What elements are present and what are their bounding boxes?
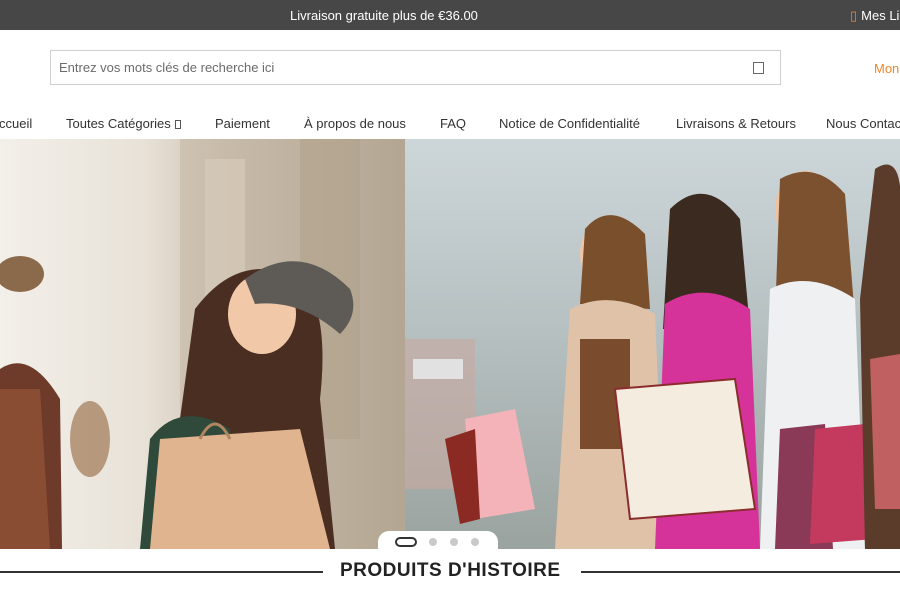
account-link[interactable]: Mon — [874, 61, 899, 76]
section-header: PRODUITS D'HISTOIRE — [0, 558, 900, 586]
carousel-dot-1[interactable] — [395, 537, 417, 547]
nav-item-privacy[interactable]: Notice de Confidentialité — [499, 116, 640, 131]
carousel-dot-3[interactable] — [450, 538, 458, 546]
free-shipping-banner: Livraison gratuite plus de €36.00 — [290, 8, 478, 23]
top-bar: Livraison gratuite plus de €36.00 ▯ Mes L… — [0, 0, 900, 30]
search-input[interactable] — [51, 51, 741, 84]
my-lists-link[interactable]: ▯ Mes Li — [850, 8, 899, 24]
nav-item-payment[interactable]: Paiement — [215, 116, 270, 131]
main-nav: ccueil Toutes Catégories Paiement À prop… — [0, 109, 900, 139]
hero-image-right — [405, 139, 900, 549]
carousel-dot-2[interactable] — [429, 538, 437, 546]
hero-image-left — [0, 139, 405, 549]
chevron-down-icon — [174, 120, 181, 129]
hero-carousel[interactable] — [0, 139, 900, 549]
list-icon: ▯ — [850, 8, 858, 23]
nav-item-all-categories-label: Toutes Catégories — [66, 116, 171, 131]
carousel-indicators — [378, 531, 498, 553]
nav-item-shipping-returns[interactable]: Livraisons & Retours — [676, 116, 796, 131]
search-box — [50, 50, 781, 85]
nav-item-contact[interactable]: Nous Contact — [826, 116, 900, 131]
nav-item-home[interactable]: ccueil — [0, 116, 32, 131]
nav-item-about[interactable]: À propos de nous — [304, 116, 406, 131]
divider-right — [581, 571, 900, 573]
search-icon[interactable] — [753, 62, 764, 74]
carousel-dot-4[interactable] — [471, 538, 479, 546]
my-lists-label: Mes Li — [861, 8, 900, 23]
divider-left — [0, 571, 323, 573]
shopper-illustration-right — [405, 164, 900, 549]
nav-item-all-categories[interactable]: Toutes Catégories — [66, 116, 181, 131]
shopper-illustration-left — [0, 139, 405, 549]
nav-item-faq[interactable]: FAQ — [440, 116, 466, 131]
section-title: PRODUITS D'HISTOIRE — [340, 560, 561, 581]
